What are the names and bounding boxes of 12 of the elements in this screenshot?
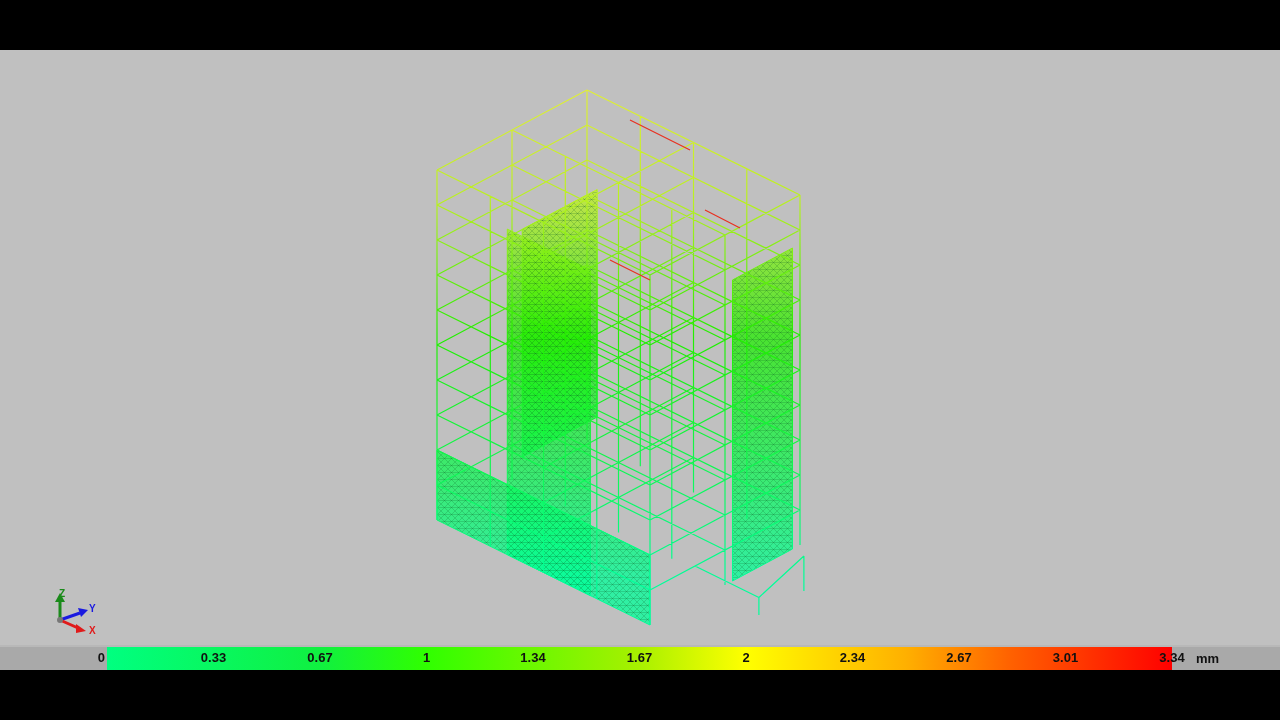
scale-label: 3.34 [1159, 650, 1185, 665]
scale-label: 2.34 [839, 650, 866, 665]
scale-label: 1.34 [520, 650, 546, 665]
scale-label: 2.67 [946, 650, 972, 665]
scale-label: 3.01 [1052, 650, 1079, 665]
scale-label: 1.67 [626, 650, 653, 665]
scale-label: 0 [97, 650, 106, 665]
scale-label: 1 [422, 650, 431, 665]
scale-label: 2 [742, 650, 750, 665]
unit-label: mm [1196, 651, 1220, 666]
scale-label: 0.67 [307, 650, 333, 665]
scale-label: 0.33 [200, 650, 227, 665]
